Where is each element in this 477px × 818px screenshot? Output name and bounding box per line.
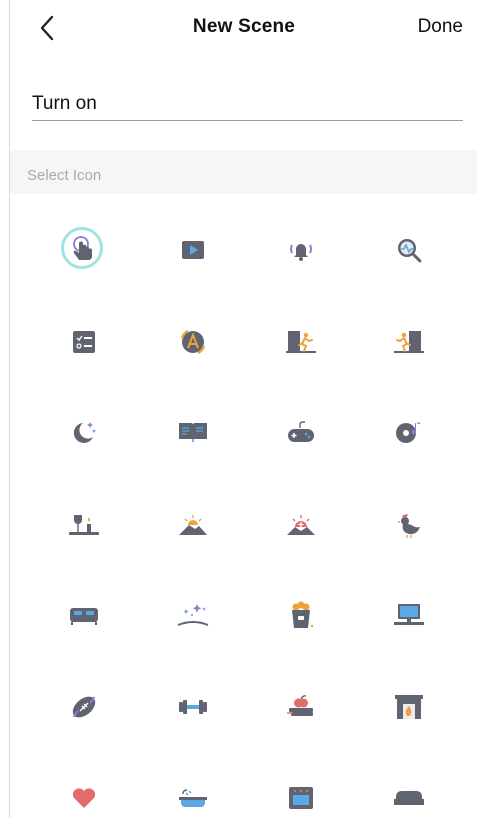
icon-option-arrive-home[interactable] bbox=[379, 312, 439, 372]
bathtub-icon bbox=[179, 789, 207, 807]
icon-option-gaming[interactable] bbox=[271, 402, 331, 462]
selected-ring bbox=[61, 227, 103, 269]
search-activity-icon bbox=[398, 239, 422, 263]
navigation-bar: New Scene Done bbox=[10, 0, 477, 58]
icon-option-dinner[interactable] bbox=[54, 495, 114, 555]
moon-stars-icon bbox=[73, 422, 96, 443]
fireplace-icon bbox=[395, 695, 423, 719]
football-icon bbox=[72, 696, 96, 718]
starry-night-icon bbox=[177, 604, 209, 626]
icon-option-sunset[interactable] bbox=[271, 495, 331, 555]
open-book-icon bbox=[179, 423, 207, 442]
icon-option-work[interactable] bbox=[379, 585, 439, 645]
apple-books-icon bbox=[287, 695, 313, 716]
icon-option-love[interactable] bbox=[54, 768, 114, 818]
auto-mode-icon bbox=[180, 329, 206, 355]
music-disc-icon bbox=[396, 422, 420, 443]
leave-home-icon bbox=[286, 331, 316, 353]
icon-option-bell[interactable] bbox=[271, 220, 331, 280]
icon-option-sunrise[interactable] bbox=[163, 495, 223, 555]
icon-option-play[interactable] bbox=[163, 220, 223, 280]
icon-option-sports[interactable] bbox=[54, 677, 114, 737]
oven-icon bbox=[289, 787, 313, 809]
arrive-home-icon bbox=[394, 331, 424, 353]
icon-option-movie[interactable] bbox=[271, 585, 331, 645]
icon-option-search-activity[interactable] bbox=[379, 220, 439, 280]
select-icon-header: Select Icon bbox=[10, 150, 477, 194]
gamepad-icon bbox=[288, 421, 314, 442]
app-screen: New Scene Done Select Icon bbox=[9, 0, 477, 818]
icon-option-night[interactable] bbox=[54, 402, 114, 462]
icon-option-fitness[interactable] bbox=[163, 677, 223, 737]
play-icon bbox=[182, 241, 204, 259]
icon-option-fireplace[interactable] bbox=[379, 677, 439, 737]
icon-option-bath[interactable] bbox=[163, 768, 223, 818]
icon-option-cooking[interactable] bbox=[271, 768, 331, 818]
sunset-icon bbox=[287, 515, 315, 535]
done-button[interactable]: Done bbox=[418, 16, 463, 38]
chicken-icon bbox=[397, 514, 420, 538]
icon-option-study[interactable] bbox=[271, 677, 331, 737]
icon-option-morning[interactable] bbox=[379, 495, 439, 555]
icon-option-relax[interactable] bbox=[379, 768, 439, 818]
sunrise-icon bbox=[179, 515, 207, 535]
sofa-icon bbox=[394, 791, 424, 805]
checklist-icon bbox=[73, 331, 95, 353]
icon-option-leave-home[interactable] bbox=[271, 312, 331, 372]
candle-dinner-icon bbox=[69, 515, 99, 535]
dumbbell-icon bbox=[179, 700, 207, 714]
heart-icon bbox=[72, 788, 96, 808]
icon-option-sleep[interactable] bbox=[54, 585, 114, 645]
icon-option-music[interactable] bbox=[379, 402, 439, 462]
icon-option-starry-night[interactable] bbox=[163, 585, 223, 645]
section-label: Select Icon bbox=[27, 167, 102, 184]
popcorn-icon bbox=[292, 601, 314, 628]
icon-option-checklist[interactable] bbox=[54, 312, 114, 372]
bed-icon bbox=[70, 608, 98, 625]
page-title: New Scene bbox=[192, 16, 296, 37]
icon-option-reading[interactable] bbox=[163, 402, 223, 462]
bell-ringing-icon bbox=[290, 244, 312, 261]
icon-option-auto[interactable] bbox=[163, 312, 223, 372]
scene-name-input[interactable] bbox=[32, 88, 463, 121]
icon-option-hand-tap[interactable] bbox=[54, 220, 114, 280]
laptop-desk-icon bbox=[394, 604, 424, 625]
